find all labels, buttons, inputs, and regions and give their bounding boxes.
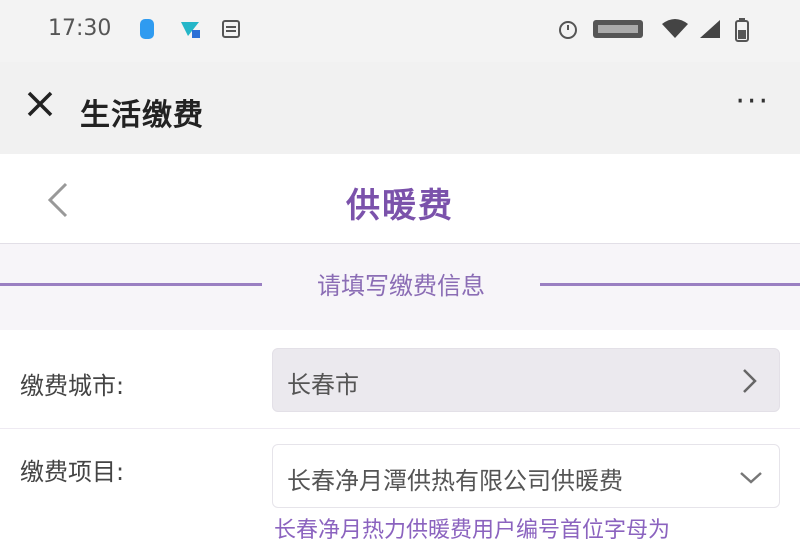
wifi-icon [660,16,690,46]
section-divider-right [540,283,800,286]
payment-form: 缴费城市: 长春市 缴费项目: 长春净月潭供热有限公司供暖费 长春净月热力供暖费… [0,330,800,550]
chevron-down-icon [737,463,762,491]
battery-icon [734,16,750,48]
page-header: 供暖费 [0,154,800,244]
chevron-right-icon [737,367,761,395]
city-label: 缴费城市: [20,372,125,400]
notification-icon [136,16,158,42]
signal-icon [698,16,724,46]
status-time: 17:30 [48,16,112,41]
battery-saver-icon [592,16,644,46]
item-select[interactable]: 长春净月潭供热有限公司供暖费 [272,444,780,508]
section-divider-left [0,283,262,286]
message-icon [220,16,242,42]
item-label: 缴费项目: [20,458,125,486]
more-menu-button[interactable]: ··· [735,84,770,119]
city-value: 长春市 [287,371,359,399]
page-title: 供暖费 [346,186,454,226]
status-bar: 17:30 [0,0,800,62]
item-value: 长春净月潭供热有限公司供暖费 [287,467,623,495]
city-select[interactable]: 长春市 [272,348,780,412]
row-divider [0,428,800,429]
account-hint-text: 长春净月热力供暖费用户编号首位字母为 [274,518,671,543]
section-header: 请填写缴费信息 [0,244,800,330]
app-icon [178,16,200,42]
close-icon[interactable] [24,88,56,120]
alarm-icon [556,16,580,46]
mini-program-bar: 生活缴费 ··· [0,62,800,154]
mini-program-title: 生活缴费 [80,98,204,133]
section-title: 请填写缴费信息 [317,272,485,300]
